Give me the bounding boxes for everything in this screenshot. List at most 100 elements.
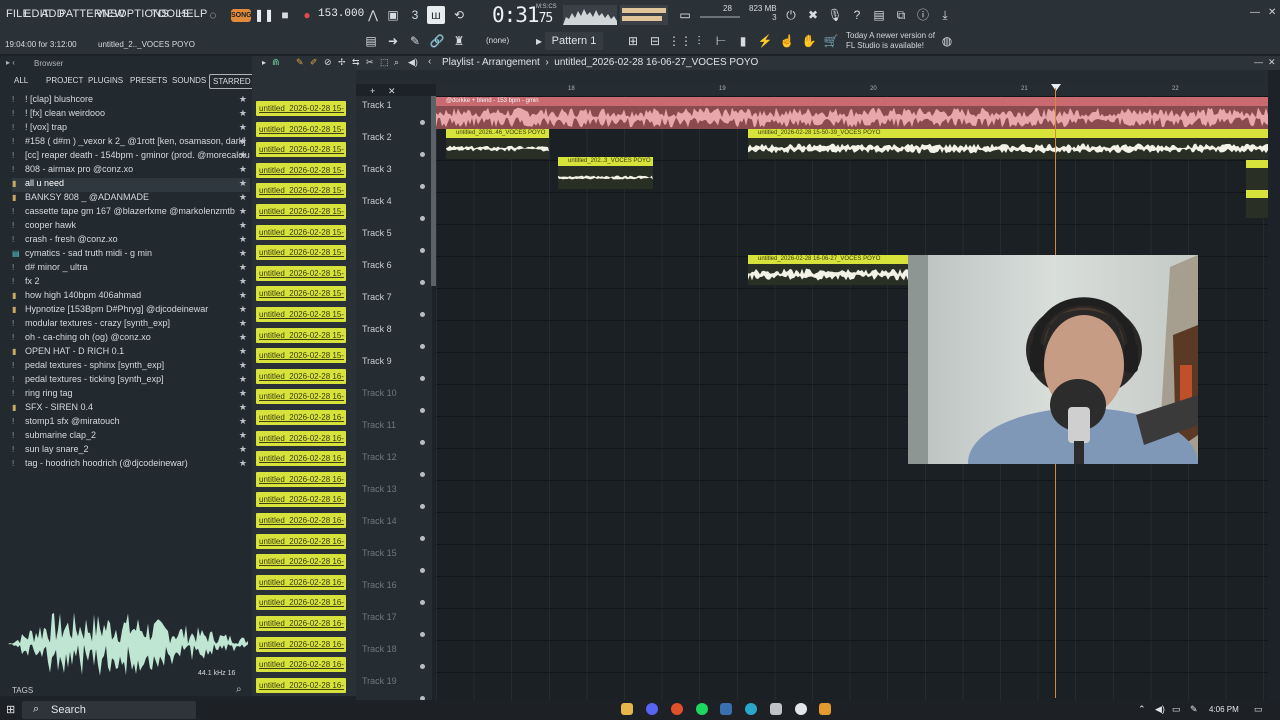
playhead-marker[interactable] [1051,84,1061,91]
pattern-item[interactable]: untitled_2026-02-28 16- [256,430,346,446]
track-mute-led[interactable] [420,600,425,605]
track-name[interactable]: Track 3 [362,164,392,174]
pattern-item[interactable]: untitled_2026-02-28 16- [256,657,346,673]
track-name[interactable]: Track 12 [362,452,397,462]
browser-item[interactable]: ! d# minor _ ultra ★ [12,262,250,276]
pattern-item[interactable]: untitled_2026-02-28 16- [256,595,346,611]
pattern-selector[interactable]: Pattern 1 [545,32,603,50]
track-name[interactable]: Track 2 [362,132,392,142]
globe-icon[interactable]: ◍ [938,32,956,50]
pattern-item[interactable]: untitled_2026-02-28 16- [256,574,346,590]
browser-item[interactable]: ! [cc] reaper death - 154bpm - gminor (pr… [12,150,250,164]
pattern-item[interactable]: untitled_2026-02-28 15- [256,348,346,364]
pattern-item[interactable]: untitled_2026-02-28 15- [256,245,346,261]
play-arrangement-icon[interactable]: ‹ [428,56,431,67]
tempo-display[interactable]: 153.000 [318,8,364,20]
minimize-icon[interactable]: — [1250,7,1260,18]
browser-item[interactable]: ! ! [fx] clean weirdooo ★ [12,108,250,122]
draw-tool-icon[interactable]: ✎ [296,57,304,68]
snap-selector[interactable]: (none) [486,36,509,45]
countdown-icon[interactable]: 3 [406,6,424,24]
track-name[interactable]: Track 7 [362,292,392,302]
browser-item[interactable]: ! submarine clap_2 ★ [12,430,250,444]
star-icon[interactable]: ★ [239,248,247,259]
wait-input-icon[interactable]: ▣ [384,6,402,24]
browser-item[interactable]: ! stomp1 sfx @miratouch ★ [12,416,250,430]
taskbar-clock[interactable]: 4:06 PM [1209,705,1239,714]
star-icon[interactable]: ★ [239,220,247,231]
stop-icon[interactable]: ■ [276,6,294,24]
tab-sounds[interactable]: SOUNDS [172,76,206,85]
browser-item[interactable]: ▮ all u need ★ [12,178,250,192]
star-icon[interactable]: ★ [239,206,247,217]
star-icon[interactable]: ★ [239,262,247,273]
star-icon[interactable]: ★ [239,234,247,245]
audio-clip[interactable]: @dorkke + blend - 153 bpm - gmin [436,97,1268,129]
track-name[interactable]: Track 16 [362,580,397,590]
track-name[interactable]: Track 18 [362,644,397,654]
touch-icon[interactable]: ☝ [778,32,796,50]
windows-start-icon[interactable]: ⊞ [6,703,15,716]
arrow-right-icon[interactable]: ➜ [384,32,402,50]
close-app-icon[interactable]: ✕ [1268,7,1276,18]
notifications-icon[interactable]: ▭ [1254,704,1263,715]
save-icon[interactable]: ▤ [870,6,888,24]
audio-clip-edge[interactable] [1246,160,1268,218]
pattern-item[interactable]: untitled_2026-02-28 15- [256,162,346,178]
tab-presets[interactable]: PRESETS [130,76,167,85]
star-icon[interactable]: ★ [239,374,247,385]
info-icon[interactable]: ⓘ [914,6,932,24]
record-loop-icon[interactable]: ◌ [204,6,222,24]
mic-icon[interactable]: 🎙 [826,6,844,24]
browser-item[interactable]: ▮ BANKSY 808 _ @ADANMADE ★ [12,192,250,206]
browser-item[interactable]: ! cassette tape gm 167 @blazerfxme @marko… [12,206,250,220]
browser-item[interactable]: ! pedal textures - ticking [synth_exp] ★ [12,374,250,388]
app-2-icon[interactable] [770,703,782,715]
download-icon[interactable]: ⤓ [936,6,954,24]
star-icon[interactable]: ★ [239,416,247,427]
track-mute-led[interactable] [420,312,425,317]
browser-item[interactable]: ! oh - ca-ching oh (og) @conz.xo ★ [12,332,250,346]
browser-item[interactable]: ! ! [vox] trap ★ [12,122,250,136]
track-name[interactable]: Track 6 [362,260,392,270]
track-mute-led[interactable] [420,408,425,413]
star-icon[interactable]: ★ [239,318,247,329]
panic-icon[interactable]: ✖ [804,6,822,24]
browser-item[interactable]: ▮ Hypnotize [153Bpm D#Phryg] @djcodeinewa… [12,304,250,318]
track-name[interactable]: Track 9 [362,356,392,366]
track-mute-led[interactable] [420,504,425,509]
browser-item[interactable]: ! 808 - airmax pro @conz.xo ★ [12,164,250,178]
browser-item[interactable]: ! pedal textures - sphinx [synth_exp] ★ [12,360,250,374]
star-icon[interactable]: ★ [239,402,247,413]
star-icon[interactable]: ★ [239,164,247,175]
record-icon[interactable]: ● [298,6,316,24]
hand-icon[interactable]: ✋ [800,32,818,50]
reset-icon[interactable]: ⏻ [782,6,800,24]
browser-item[interactable]: ! modular textures - crazy [synth_exp] ★ [12,318,250,332]
pattern-item[interactable]: untitled_2026-02-28 16- [256,513,346,528]
search-tags-icon[interactable]: ⌕ [236,684,242,695]
star-icon[interactable]: ★ [239,108,247,119]
star-icon[interactable]: ★ [239,444,247,455]
track-mute-led[interactable] [420,440,425,445]
track-mute-led[interactable] [420,120,425,125]
star-icon[interactable]: ★ [239,122,247,133]
track-name[interactable]: Track 4 [362,196,392,206]
pattern-item[interactable]: untitled_2026-02-28 15- [256,265,346,281]
track-mute-led[interactable] [420,664,425,669]
star-icon[interactable]: ★ [239,346,247,357]
browser-collapse-icon[interactable]: ▸ ‹ [6,58,15,67]
cart-icon[interactable]: 🛒 [822,32,840,50]
browser-item[interactable]: ! tag - hoodrich hoodrich (@djcodeinewar)… [12,458,250,472]
pattern-item[interactable]: untitled_2026-02-28 15- [256,142,346,158]
select-tool-icon[interactable]: ⬚ [380,57,389,68]
delete-tool-icon[interactable]: ⊘ [324,57,332,68]
volume-icon[interactable]: ◀) [1155,704,1165,715]
star-icon[interactable]: ★ [239,192,247,203]
track-mute-led[interactable] [420,568,425,573]
star-icon[interactable]: ★ [239,136,247,147]
pencil-icon[interactable]: ✎ [406,32,424,50]
pen-icon[interactable]: ✎ [1190,704,1198,715]
track-name[interactable]: Track 13 [362,484,397,494]
timeline-ruler[interactable] [436,84,1268,96]
